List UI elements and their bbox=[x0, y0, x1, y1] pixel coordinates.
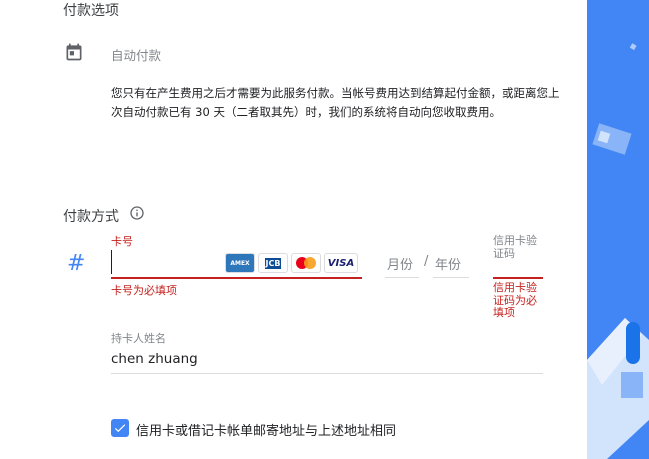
card-logos: AMEX JCB VISA bbox=[225, 253, 360, 273]
decorative-side-panel bbox=[587, 0, 649, 459]
payment-options-title: 付款选项 bbox=[63, 3, 119, 19]
same-address-checkbox[interactable] bbox=[111, 419, 129, 437]
expiry-separator: / bbox=[424, 254, 429, 269]
payment-method-title: 付款方式 bbox=[63, 209, 119, 225]
cardholder-label: 持卡人姓名 bbox=[111, 332, 166, 345]
info-icon[interactable] bbox=[129, 205, 145, 221]
expiry-month-underline bbox=[385, 277, 419, 278]
cvc-underline bbox=[493, 277, 543, 279]
card-number-underline bbox=[111, 277, 362, 279]
card-number-label: 卡号 bbox=[111, 235, 133, 248]
auto-pay-description: 您只有在产生费用之后才需要为此服务付款。当帐号费用达到结算起付金额，或距离您上次… bbox=[111, 86, 560, 119]
card-number-icon: # bbox=[67, 251, 86, 276]
visa-logo: VISA bbox=[324, 253, 358, 273]
calendar-icon bbox=[64, 42, 84, 62]
cvc-input[interactable]: 信用卡验证码 bbox=[493, 234, 545, 260]
check-icon bbox=[114, 424, 126, 433]
expiry-month-input[interactable]: 月份 bbox=[387, 254, 413, 273]
expiry-year-input[interactable]: 年份 bbox=[435, 254, 461, 273]
card-number-error: 卡号为必填项 bbox=[111, 284, 177, 297]
mastercard-logo bbox=[291, 253, 321, 273]
cardholder-underline bbox=[111, 373, 543, 374]
same-address-label: 信用卡或借记卡帐单邮寄地址与上述地址相同 bbox=[136, 424, 397, 439]
card-number-input[interactable] bbox=[111, 250, 225, 274]
expiry-year-underline bbox=[433, 277, 469, 278]
cardholder-input[interactable] bbox=[111, 348, 541, 370]
auto-pay-label: 自动付款 bbox=[111, 48, 162, 63]
cvc-error: 信用卡验证码为必填项 bbox=[493, 281, 537, 319]
jcb-logo: JCB bbox=[258, 253, 288, 273]
gift-illustration bbox=[587, 43, 649, 459]
amex-logo: AMEX bbox=[225, 253, 255, 273]
